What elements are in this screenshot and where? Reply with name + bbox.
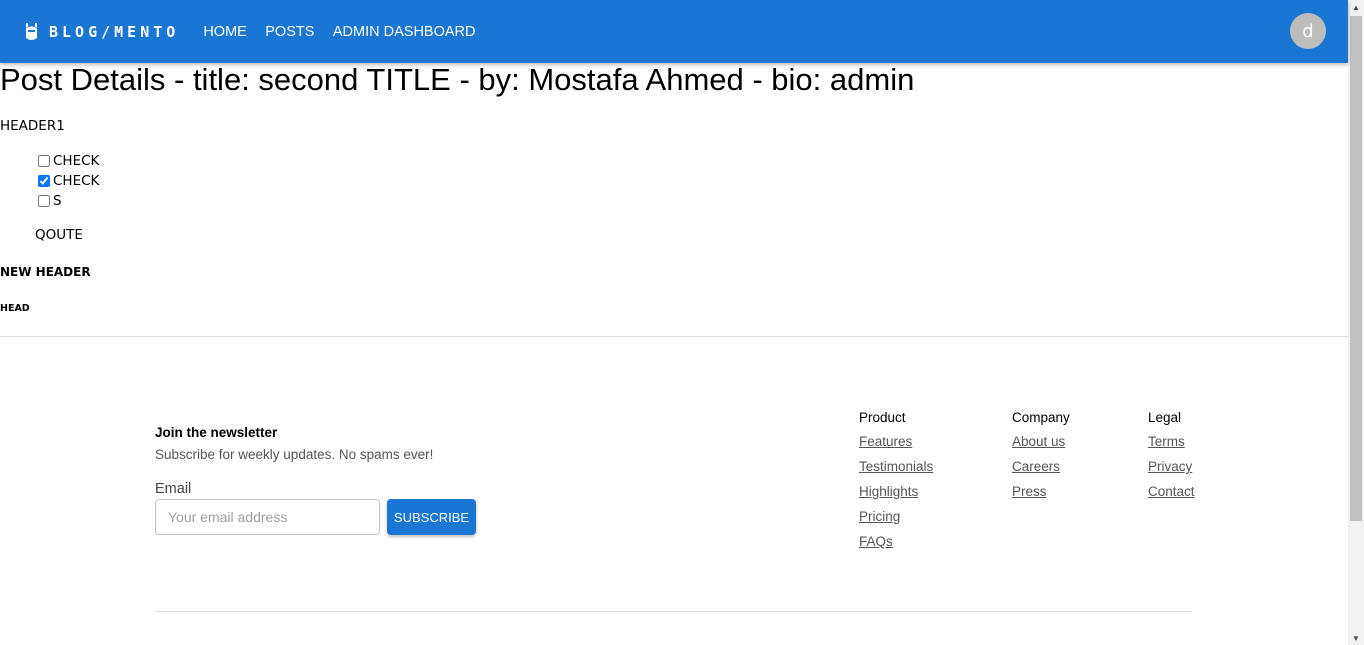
logo[interactable]: BLOG/MENTO [24, 22, 179, 42]
robot-icon [26, 22, 37, 40]
checklist-label: S [53, 193, 62, 209]
page-title: Post Details - title: second TITLE - by:… [0, 62, 915, 97]
footer-link-features[interactable]: Features [859, 434, 933, 450]
post-new-header: NEW HEADER [0, 265, 91, 279]
footer-link-faqs[interactable]: FAQs [859, 534, 933, 550]
post-head: HEAD [0, 303, 30, 314]
email-input[interactable] [155, 499, 380, 535]
footer-link-careers[interactable]: Careers [1012, 459, 1070, 475]
checklist-label: CHECK [53, 173, 100, 189]
footer-column-product: Product Features Testimonials Highlights… [859, 410, 933, 559]
checkbox[interactable] [38, 195, 50, 207]
scrollbar-thumb[interactable] [1350, 16, 1362, 521]
footer-link-pricing[interactable]: Pricing [859, 509, 933, 525]
checklist-item: CHECK [38, 171, 99, 191]
footer-link-testimonials[interactable]: Testimonials [859, 459, 933, 475]
nav-home[interactable]: HOME [203, 24, 247, 40]
post-header1: HEADER1 [0, 118, 65, 134]
footer-divider [155, 611, 1192, 612]
app-bar: BLOG/MENTO HOME POSTS ADMIN DASHBOARD d [0, 0, 1348, 63]
newsletter-title: Join the newsletter [155, 425, 278, 440]
scroll-up-arrow-icon[interactable]: ▲ [1348, 0, 1364, 14]
email-label: Email [155, 481, 192, 497]
nav-posts[interactable]: POSTS [265, 24, 314, 40]
scroll-down-arrow-icon[interactable]: ▼ [1348, 631, 1364, 645]
newsletter-subtitle: Subscribe for weekly updates. No spams e… [155, 447, 434, 462]
divider [0, 336, 1348, 337]
checkbox[interactable] [38, 175, 50, 187]
post-quote: QOUTE [35, 227, 83, 243]
footer-column-title: Company [1012, 410, 1070, 425]
avatar[interactable]: d [1290, 13, 1326, 49]
subscribe-button[interactable]: SUBSCRIBE [387, 499, 476, 535]
footer-column-legal: Legal Terms Privacy Contact [1148, 410, 1195, 509]
checklist-item: CHECK [38, 151, 99, 171]
footer-link-terms[interactable]: Terms [1148, 434, 1195, 450]
footer-column-company: Company About us Careers Press [1012, 410, 1070, 509]
footer-link-about-us[interactable]: About us [1012, 434, 1070, 450]
footer-column-title: Legal [1148, 410, 1182, 425]
logo-text: BLOG/MENTO [49, 22, 180, 41]
checklist-item: S [38, 191, 99, 211]
footer-link-contact[interactable]: Contact [1148, 484, 1195, 500]
checkbox[interactable] [38, 155, 50, 167]
footer-link-highlights[interactable]: Highlights [859, 484, 933, 500]
scrollbar[interactable]: ▲ ▼ [1348, 0, 1364, 645]
footer-link-press[interactable]: Press [1012, 484, 1070, 500]
footer-column-title: Product [859, 410, 906, 425]
checklist: CHECK CHECK S [38, 151, 99, 211]
checklist-label: CHECK [53, 153, 100, 169]
main-nav: HOME POSTS ADMIN DASHBOARD [203, 23, 489, 41]
nav-admin-dashboard[interactable]: ADMIN DASHBOARD [333, 24, 476, 40]
footer-link-privacy[interactable]: Privacy [1148, 459, 1195, 475]
